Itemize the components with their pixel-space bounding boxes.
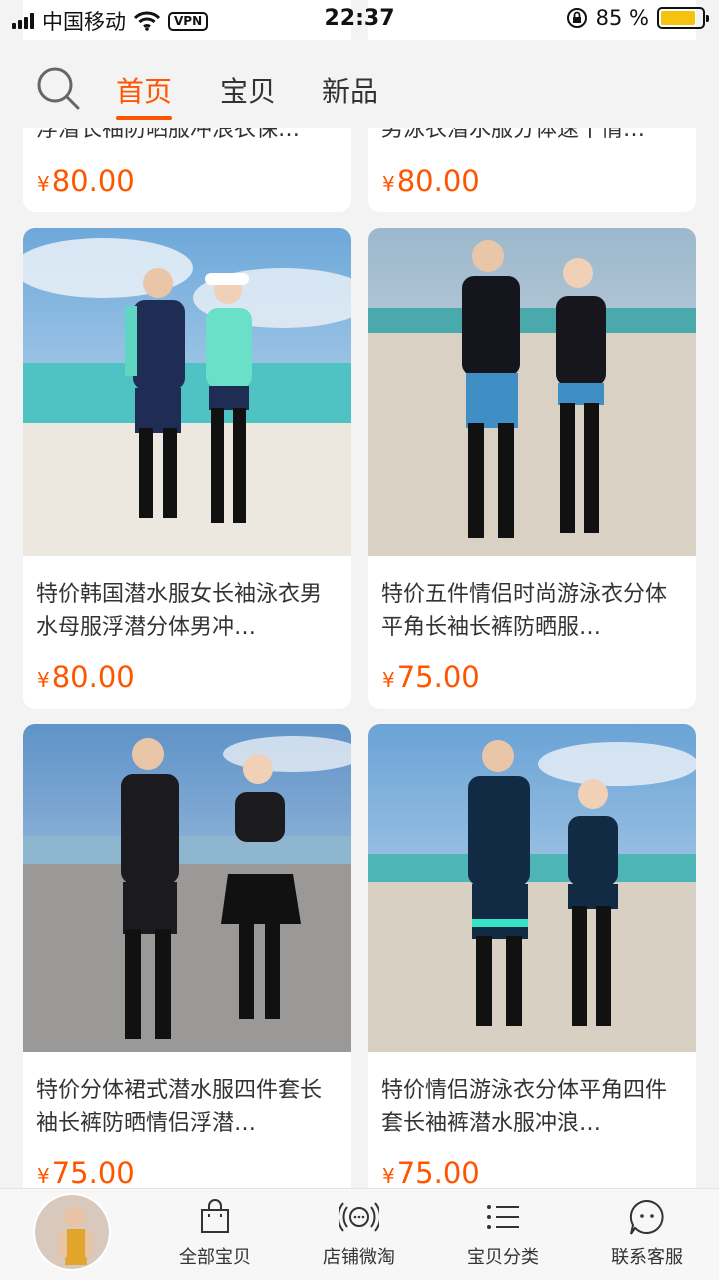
categories-label: 宝贝分类 <box>467 1247 539 1268</box>
broadcast-icon <box>339 1202 379 1232</box>
list-icon <box>487 1205 519 1229</box>
battery-percent: 85 % <box>595 6 649 30</box>
product-card[interactable]: 特价情侣游泳衣分体平角四件套长袖裤潜水服冲浪… ¥75.00 <box>368 724 696 1188</box>
customer-service-button[interactable]: 联系客服 <box>592 1197 702 1269</box>
shop-feed-label: 店铺微淘 <box>323 1247 395 1268</box>
product-card[interactable]: 特价分体裙式潜水服四件套长袖长裤防晒情侣浮潜… ¥75.00 <box>23 724 351 1188</box>
product-card[interactable]: 特价五件情侣时尚游泳衣分体平角长袖长裤防晒服… ¥75.00 <box>368 228 696 709</box>
tab-home[interactable]: 首页 <box>116 70 173 120</box>
product-image <box>368 724 696 1052</box>
bottom-toolbar: 全部宝贝 店铺微淘 宝贝分类 联系客服 <box>0 1188 719 1280</box>
product-title: 特价五件情侣时尚游泳衣分体平角长袖长裤防晒服… <box>381 582 668 640</box>
product-price: ¥80.00 <box>37 164 135 198</box>
product-price: ¥80.00 <box>37 660 135 694</box>
status-bar: 中国移动 VPN 22:37 85 % <box>0 0 719 40</box>
product-price: ¥80.00 <box>382 164 480 198</box>
shop-avatar[interactable] <box>33 1193 111 1271</box>
product-image <box>368 228 696 556</box>
product-grid[interactable]: 浮潜长袖防晒服冲浪衣保… ¥80.00 男泳衣潜水服分体速干情… ¥80.00 <box>0 0 719 1188</box>
product-card[interactable]: 特价韩国潜水服女长袖泳衣男水母服浮潜分体男冲… ¥80.00 <box>23 228 351 709</box>
chat-face-icon <box>629 1199 664 1235</box>
all-products-label: 全部宝贝 <box>179 1247 251 1268</box>
product-image <box>23 228 351 556</box>
shop-header: 首页 宝贝 新品 <box>0 40 719 128</box>
shopping-bag-icon <box>201 1199 229 1233</box>
product-price: ¥75.00 <box>382 1156 480 1188</box>
all-products-button[interactable]: 全部宝贝 <box>160 1197 270 1269</box>
rotation-lock-icon <box>566 8 587 28</box>
tab-new-arrivals[interactable]: 新品 <box>322 70 378 110</box>
battery-icon <box>657 7 709 29</box>
product-title: 特价韩国潜水服女长袖泳衣男水母服浮潜分体男冲… <box>36 582 323 640</box>
product-image <box>23 724 351 1052</box>
customer-service-label: 联系客服 <box>611 1247 683 1268</box>
shop-feed-button[interactable]: 店铺微淘 <box>304 1197 414 1269</box>
product-title: 特价分体裙式潜水服四件套长袖长裤防晒情侣浮潜… <box>36 1078 323 1136</box>
product-title: 特价情侣游泳衣分体平角四件套长袖裤潜水服冲浪… <box>381 1078 668 1136</box>
product-price: ¥75.00 <box>382 660 480 694</box>
search-icon[interactable] <box>36 66 80 110</box>
product-price: ¥75.00 <box>37 1156 135 1188</box>
tab-products[interactable]: 宝贝 <box>220 70 276 110</box>
categories-button[interactable]: 宝贝分类 <box>448 1197 558 1269</box>
